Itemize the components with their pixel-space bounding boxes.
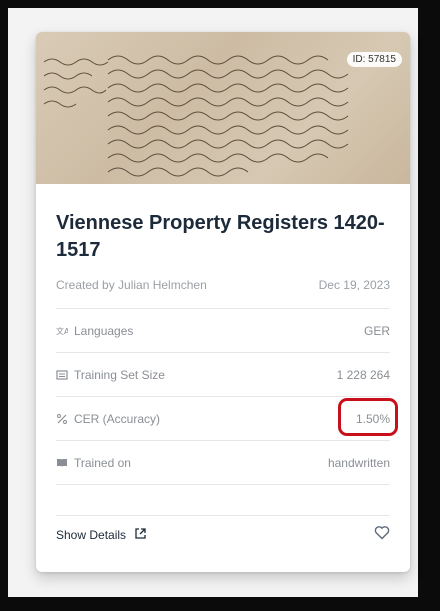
- book-icon: [56, 457, 68, 469]
- svg-text:文A: 文A: [56, 326, 68, 336]
- model-title[interactable]: Viennese Property Registers 1420-1517: [56, 210, 396, 264]
- row-training-set-size: Training Set Size 1 228 264: [56, 352, 390, 397]
- training-set-size-label: Training Set Size: [74, 368, 165, 382]
- created-by: Created by Julian Helmchen: [56, 278, 207, 292]
- row-trained-on: Trained on handwritten: [56, 440, 390, 485]
- show-details-button[interactable]: Show Details: [56, 527, 147, 543]
- external-link-icon: [134, 527, 147, 543]
- training-set-icon: [56, 369, 68, 381]
- model-card[interactable]: ID: 57815 Viennese Property Registers 14…: [36, 32, 410, 572]
- translate-icon: 文A: [56, 325, 70, 337]
- trained-on-label: Trained on: [74, 456, 131, 470]
- meta-row: Created by Julian Helmchen Dec 19, 2023: [56, 278, 390, 292]
- languages-label: Languages: [74, 324, 134, 338]
- created-date: Dec 19, 2023: [318, 278, 390, 292]
- row-languages: 文A Languages GER: [56, 308, 390, 353]
- heart-icon[interactable]: [374, 525, 390, 545]
- id-badge: ID: 57815: [346, 52, 402, 67]
- cer-highlight-annotation: [338, 398, 398, 436]
- cer-accuracy-label: CER (Accuracy): [74, 412, 161, 426]
- training-set-size-value: 1 228 264: [336, 368, 390, 382]
- row-divider: [56, 484, 390, 485]
- languages-value: GER: [363, 324, 390, 338]
- trained-on-value: handwritten: [327, 456, 390, 470]
- footer-divider: [56, 515, 390, 516]
- manuscript-thumbnail: ID: 57815: [36, 32, 410, 184]
- percent-icon: [56, 413, 68, 425]
- show-details-label: Show Details: [56, 528, 127, 542]
